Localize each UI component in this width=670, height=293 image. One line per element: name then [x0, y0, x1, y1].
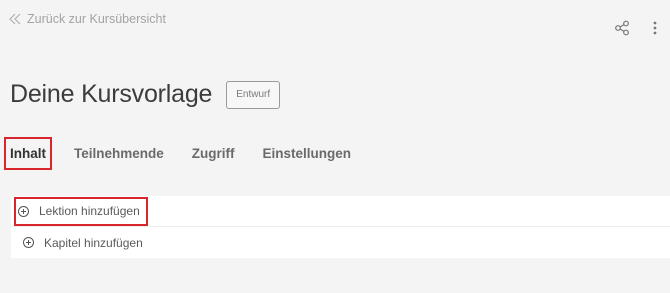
add-lesson-label: Lektion hinzufügen	[39, 204, 140, 218]
plus-circle-icon	[23, 237, 34, 248]
share-icon[interactable]	[614, 20, 630, 36]
add-lesson-button[interactable]: Lektion hinzufügen	[14, 196, 148, 226]
course-editor-page: Zurück zur Kursübersicht Deine Kursvorla…	[0, 0, 670, 293]
add-chapter-button[interactable]: Kapitel hinzufügen	[11, 227, 143, 258]
tab-teilnehmende[interactable]: Teilnehmende	[68, 139, 170, 168]
header-actions	[614, 20, 658, 36]
back-link[interactable]: Zurück zur Kursübersicht	[9, 12, 166, 26]
add-chapter-label: Kapitel hinzufügen	[44, 235, 143, 250]
tab-inhalt[interactable]: Inhalt	[4, 137, 52, 170]
status-badge: Entwurf	[226, 80, 281, 109]
content-list: Lektion hinzufügen Kapitel hinzufügen	[11, 196, 670, 258]
tab-bar: Inhalt Teilnehmende Zugriff Einstellunge…	[4, 137, 373, 170]
back-link-label: Zurück zur Kursübersicht	[27, 12, 166, 26]
plus-circle-icon	[18, 205, 29, 217]
add-chapter-row: Kapitel hinzufügen	[11, 227, 670, 258]
title-row: Deine Kursvorlage Entwurf	[10, 80, 281, 109]
tab-zugriff[interactable]: Zugriff	[186, 139, 241, 168]
more-vertical-icon[interactable]	[652, 20, 658, 36]
tab-einstellungen[interactable]: Einstellungen	[257, 139, 358, 168]
add-lesson-row: Lektion hinzufügen	[11, 196, 670, 227]
double-chevron-left-icon	[9, 13, 21, 25]
page-title: Deine Kursvorlage	[10, 80, 213, 108]
